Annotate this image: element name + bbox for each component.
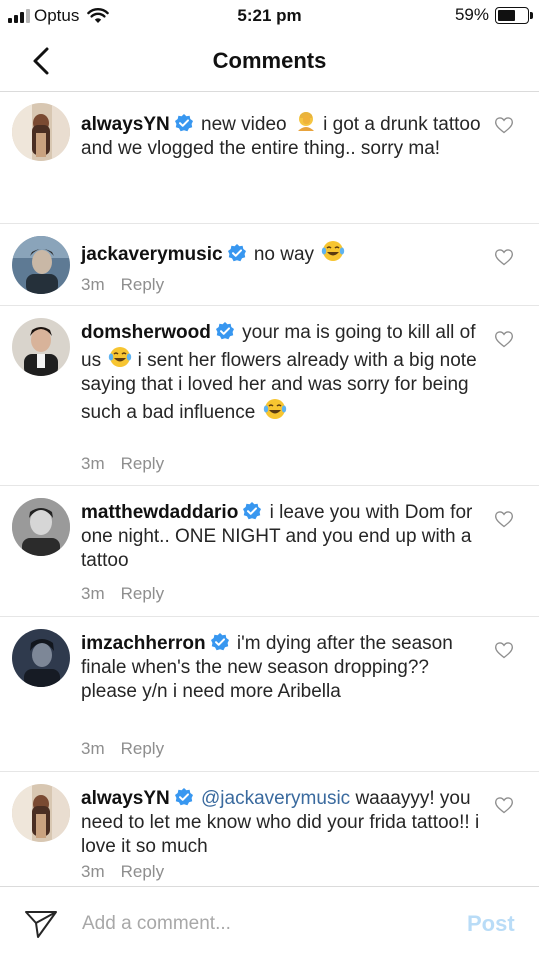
- comment-text: imzachherron i'm dying after the season …: [81, 632, 481, 704]
- comment-time: 3m: [81, 275, 105, 294]
- heart-icon[interactable]: [494, 509, 514, 529]
- reply-button[interactable]: Reply: [121, 275, 164, 294]
- comment-username[interactable]: matthewdaddario: [81, 502, 238, 523]
- comments-list[interactable]: alwaysYN new video i got a drunk tattoo …: [0, 93, 539, 886]
- heart-icon[interactable]: [494, 795, 514, 815]
- battery-percent: 59%: [454, 5, 489, 24]
- comment-username[interactable]: imzachherron: [81, 633, 206, 654]
- comment-item: matthewdaddario i leave you with Dom for…: [0, 486, 539, 617]
- paper-plane-icon[interactable]: [24, 909, 58, 939]
- page-title: Comments: [212, 48, 327, 73]
- reply-button[interactable]: Reply: [121, 454, 164, 473]
- laughing-crying-emoji-icon: [322, 241, 345, 261]
- battery-fill: [498, 9, 515, 21]
- reply-button[interactable]: Reply: [121, 739, 164, 758]
- comment-meta: 3m Reply: [81, 454, 164, 474]
- avatar[interactable]: [12, 318, 70, 376]
- comment-item: jackaverymusic no way 3m Reply: [0, 224, 539, 306]
- comment-item: domsherwood your ma is going to kill all…: [0, 306, 539, 486]
- comment-time: 3m: [81, 454, 105, 473]
- comment-username[interactable]: alwaysYN: [81, 788, 170, 809]
- reply-button[interactable]: Reply: [121, 862, 164, 881]
- avatar[interactable]: [12, 629, 70, 687]
- comment-username[interactable]: alwaysYN: [81, 114, 170, 135]
- avatar-image: [12, 318, 70, 376]
- comment-body: no way: [253, 244, 315, 265]
- verified-badge-icon: [243, 502, 262, 520]
- comment-username[interactable]: jackaverymusic: [81, 244, 223, 265]
- heart-icon[interactable]: [494, 640, 514, 660]
- comment-item: alwaysYN @jackaverymusic waaayyy! you ne…: [0, 772, 539, 886]
- avatar-image: [12, 629, 70, 687]
- comment-meta: 3m Reply: [81, 275, 164, 295]
- avatar-image: [12, 498, 70, 556]
- comment-meta: 3m Reply: [81, 739, 164, 759]
- laughing-crying-emoji-icon: [109, 347, 132, 367]
- verified-badge-icon: [215, 322, 234, 340]
- comment-text: alwaysYN @jackaverymusic waaayyy! you ne…: [81, 787, 481, 859]
- comment-time: 3m: [81, 584, 105, 603]
- avatar[interactable]: [12, 784, 70, 842]
- post-button[interactable]: Post: [467, 911, 515, 937]
- mention-link[interactable]: @jackaverymusic: [201, 788, 350, 809]
- avatar-image: [12, 236, 70, 294]
- verified-badge-icon: [174, 788, 193, 806]
- heart-icon[interactable]: [494, 115, 514, 135]
- header: Comments: [0, 32, 539, 92]
- verified-badge-icon: [210, 633, 229, 651]
- person-facepalming-emoji-icon: [297, 112, 314, 131]
- comment-meta: 3m Reply: [81, 862, 164, 882]
- comment-item: imzachherron i'm dying after the season …: [0, 617, 539, 772]
- comment-input[interactable]: [82, 905, 452, 943]
- comment-time: 3m: [81, 739, 105, 758]
- heart-icon[interactable]: [494, 329, 514, 349]
- avatar[interactable]: [12, 498, 70, 556]
- comment-text: alwaysYN new video i got a drunk tattoo …: [81, 109, 481, 161]
- comment-composer: Post: [0, 886, 539, 960]
- heart-icon[interactable]: [494, 247, 514, 267]
- comment-body: new video: [201, 114, 287, 135]
- reply-button[interactable]: Reply: [121, 584, 164, 603]
- comment-text: jackaverymusic no way: [81, 239, 481, 267]
- verified-badge-icon: [174, 114, 193, 132]
- comment-meta: 3m Reply: [81, 584, 164, 604]
- avatar-image: [12, 103, 70, 161]
- caption-comment: alwaysYN new video i got a drunk tattoo …: [0, 93, 539, 224]
- comment-text: domsherwood your ma is going to kill all…: [81, 321, 481, 425]
- comment-text: matthewdaddario i leave you with Dom for…: [81, 501, 481, 573]
- battery-group: 59%: [454, 5, 533, 25]
- battery-icon: [495, 6, 533, 24]
- avatar-image: [12, 784, 70, 842]
- avatar[interactable]: [12, 103, 70, 161]
- avatar[interactable]: [12, 236, 70, 294]
- comment-username[interactable]: domsherwood: [81, 322, 211, 343]
- comment-time: 3m: [81, 862, 105, 881]
- verified-badge-icon: [227, 244, 246, 262]
- status-bar: Optus 5:21 pm 59%: [0, 0, 539, 32]
- laughing-crying-emoji-icon: [263, 399, 286, 419]
